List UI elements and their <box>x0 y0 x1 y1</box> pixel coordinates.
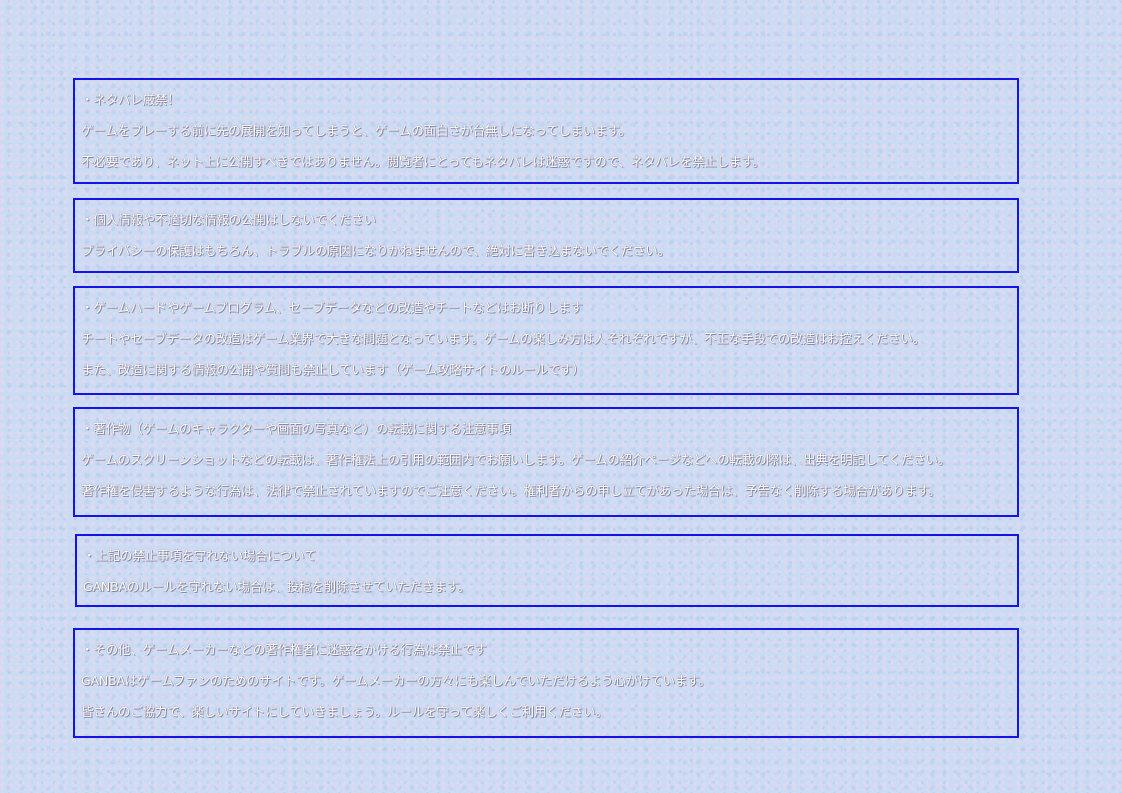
rule-heading: ・著作物（ゲームのキャラクターや画面の写真など）の転載に関する注意事項 <box>81 421 511 436</box>
rule-text: ゲームのスクリーンショットなどの転載は、著作権法上の引用の範囲内でお願いします。… <box>81 452 951 467</box>
rule-text: 著作権を侵害するような行為は、法律で禁止されていますのでご注意ください。権利者か… <box>81 483 941 498</box>
rule-panel-spoilers: ・ネタバレ厳禁！ ゲームをプレーする前に先の展開を知ってしまうと、ゲームの面白さ… <box>73 78 1019 184</box>
rule-panel-other: ・その他、ゲームメーカーなどの著作権者に迷惑をかける行為は禁止です GANBAは… <box>73 628 1019 738</box>
rule-text: GANBAはゲームファンのためのサイトです。ゲームメーカーの方々にも楽しんでいた… <box>81 673 711 688</box>
rule-text: 不必要であり、ネット上に公開すべきではありません。閲覧者にとってもネタバレは迷惑… <box>81 154 765 169</box>
rule-heading: ・上記の禁止事項を守れない場合について <box>83 548 317 563</box>
rule-panel-cheating: ・ゲームハードやゲームプログラム、セーブデータなどの改造やチートなどはお断りしま… <box>73 286 1019 395</box>
rule-panel-copyright: ・著作物（ゲームのキャラクターや画面の写真など）の転載に関する注意事項 ゲームの… <box>73 407 1019 517</box>
rule-heading: ・ネタバレ厳禁！ <box>81 92 180 107</box>
rule-text: ゲームをプレーする前に先の展開を知ってしまうと、ゲームの面白さが台無しになってし… <box>81 123 631 138</box>
rule-text: また、改造に関する情報の公開や質問も禁止しています（ゲーム攻略サイトのルールです… <box>81 362 585 377</box>
rule-text: チートやセーブデータの改造はゲーム業界で大きな問題となっています。ゲームの楽しみ… <box>81 331 925 346</box>
rule-panel-personal-info: ・個人情報や不適切な情報の公開はしないでください プライバシーの保護はもちろん、… <box>73 198 1019 273</box>
rule-text: プライバシーの保護はもちろん、トラブルの原因になりかねませんので、絶対に書き込ま… <box>81 243 670 258</box>
rule-text: 皆さんのご協力で、楽しいサイトにしていきましょう。ルールを守って楽しくご利用くだ… <box>81 704 608 719</box>
rule-heading: ・ゲームハードやゲームプログラム、セーブデータなどの改造やチートなどはお断りしま… <box>81 300 583 315</box>
rule-heading: ・その他、ゲームメーカーなどの著作権者に迷惑をかける行為は禁止です <box>81 642 487 657</box>
rule-panel-violations: ・上記の禁止事項を守れない場合について GANBAのルールを守れない場合は、投稿… <box>75 534 1019 607</box>
rule-text: GANBAのルールを守れない場合は、投稿を削除させていただきます。 <box>83 579 470 594</box>
rule-heading: ・個人情報や不適切な情報の公開はしないでください <box>81 212 376 227</box>
